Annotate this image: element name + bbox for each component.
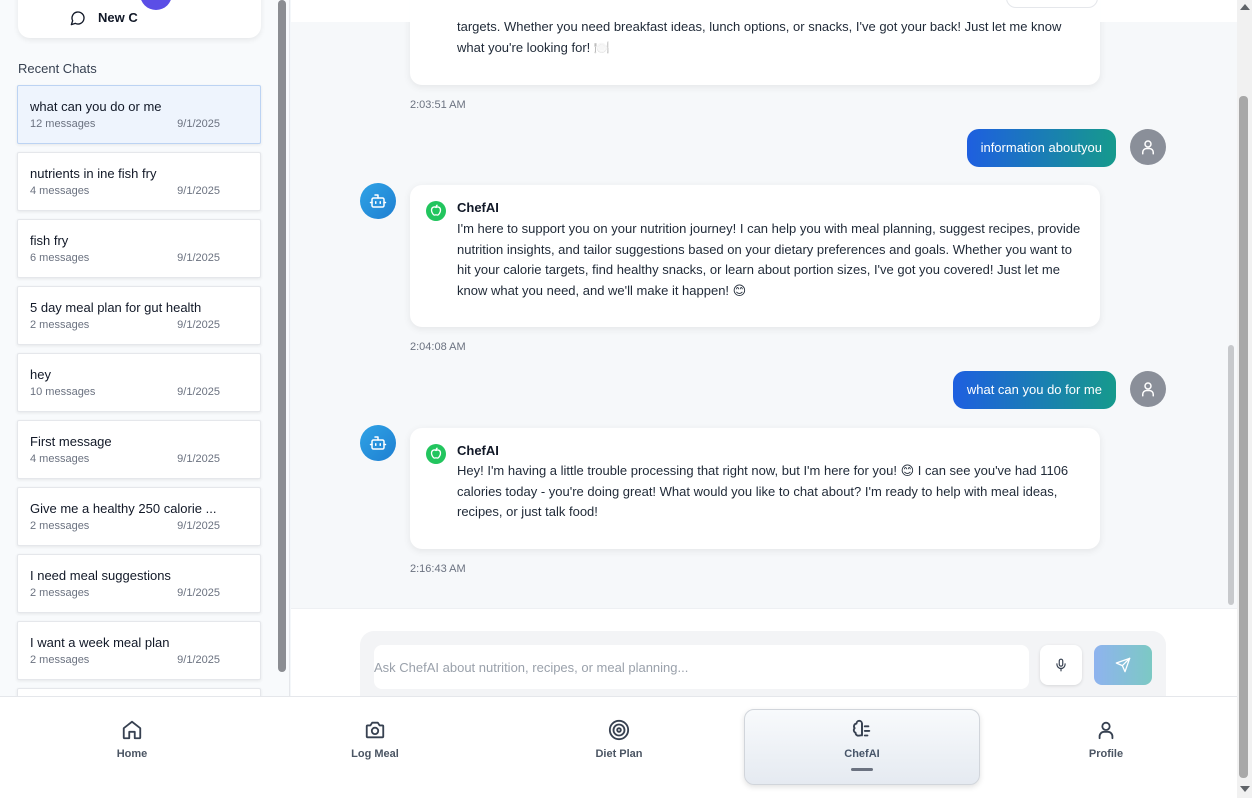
nav-home-label: Home: [116, 748, 148, 760]
user-message: information aboutyou: [966, 129, 1116, 167]
chat-item-date: 9/1/2025: [177, 453, 220, 465]
scroll-up-icon[interactable]: [1240, 4, 1250, 10]
composer-area: [291, 608, 1237, 697]
bot-avatar: [360, 183, 396, 219]
chat-item[interactable]: Give me a healthy 250 calorie ... 2 mess…: [17, 487, 261, 546]
chat-item[interactable]: I need meal suggestions 2 messages 9/1/2…: [17, 554, 261, 613]
new-chat-label: New C: [98, 10, 138, 25]
nav-diet-plan-label: Diet Plan: [595, 748, 643, 760]
bot-name: ChefAI: [457, 443, 499, 458]
sidebar-scrollbar[interactable]: [278, 0, 286, 672]
chat-item-count: 2 messages: [30, 319, 90, 331]
chat-item-count: 4 messages: [30, 185, 90, 197]
bot-message: ChefAI I'm here to support you on your n…: [410, 185, 1100, 327]
nav-chefai-label: ChefAI: [844, 748, 880, 760]
user-icon: [1142, 140, 1154, 155]
chat-item-count: 4 messages: [30, 453, 90, 465]
chat-item-title: I need meal suggestions: [30, 568, 171, 583]
mic-button[interactable]: [1040, 645, 1082, 685]
chat-item-count: 10 messages: [30, 386, 96, 398]
chat-item[interactable]: hey 10 messages 9/1/2025: [17, 353, 261, 412]
bot-icon: [369, 436, 387, 450]
microphone-icon: [1056, 658, 1066, 672]
user-icon: [1142, 382, 1154, 397]
chat-scrollbar[interactable]: [1226, 0, 1236, 608]
user-message: what can you do for me: [952, 371, 1116, 409]
chat-item-count: 2 messages: [30, 520, 90, 532]
chat-panel: targets. Whether you need breakfast idea…: [291, 0, 1237, 608]
chat-item-title: 5 day meal plan for gut health: [30, 300, 202, 315]
chat-item[interactable]: First message 4 messages 9/1/2025: [17, 420, 261, 479]
chat-item-count: 2 messages: [30, 654, 90, 666]
nav-log-meal[interactable]: Log Meal: [257, 697, 493, 798]
window-scrollbar[interactable]: [1237, 0, 1252, 798]
user-avatar: [1130, 129, 1166, 165]
chat-item-date: 9/1/2025: [177, 587, 220, 599]
chat-item-count: 12 messages: [30, 118, 96, 130]
user-avatar: [1130, 371, 1166, 407]
bottom-nav: Home Log Meal Diet Plan ChefAI Profile: [0, 696, 1237, 798]
apple-icon: [426, 201, 446, 221]
bot-avatar: [360, 425, 396, 461]
apple-icon: [426, 444, 446, 464]
chat-item-title: fish fry: [30, 233, 69, 248]
brain-icon: [852, 719, 871, 737]
nav-diet-plan[interactable]: Diet Plan: [501, 697, 737, 798]
chat-item-title: I want a week meal plan: [30, 635, 170, 650]
nav-chefai[interactable]: ChefAI: [744, 697, 980, 798]
chat-item-date: 9/1/2025: [177, 185, 220, 197]
chat-item[interactable]: I want a week meal plan 2 messages 9/1/2…: [17, 621, 261, 680]
nav-profile[interactable]: Profile: [988, 697, 1224, 798]
chat-item[interactable]: [17, 688, 261, 696]
header-bar: [291, 0, 1237, 22]
message-timestamp: 2:16:43 AM: [410, 563, 466, 575]
message-input[interactable]: [374, 645, 1029, 689]
bot-message: ChefAI Hey! I'm having a little trouble …: [410, 428, 1100, 549]
bot-message-text: Hey! I'm having a little trouble process…: [457, 463, 1069, 519]
recent-chats-heading: Recent Chats: [18, 61, 97, 76]
chat-bubble-icon: [70, 11, 85, 26]
chat-item-title: hey: [30, 367, 51, 382]
chat-item[interactable]: fish fry 6 messages 9/1/2025: [17, 219, 261, 278]
chat-item-date: 9/1/2025: [177, 386, 220, 398]
nav-profile-label: Profile: [1088, 748, 1124, 760]
bot-message-text: targets. Whether you need breakfast idea…: [457, 19, 1062, 55]
nav-log-meal-label: Log Meal: [351, 748, 399, 760]
bot-message-text: I'm here to support you on your nutritio…: [457, 221, 1081, 298]
window-scrollbar-thumb[interactable]: [1239, 96, 1248, 778]
sidebar: New C Recent Chats what can you do or me…: [0, 0, 290, 696]
chat-item-title: nutrients in ine fish fry: [30, 166, 157, 181]
chat-item[interactable]: nutrients in ine fish fry 4 messages 9/1…: [17, 152, 261, 211]
chat-item-title: First message: [30, 434, 112, 449]
header-button[interactable]: [1006, 0, 1098, 8]
composer: [360, 631, 1166, 697]
message-timestamp: 2:03:51 AM: [410, 99, 466, 111]
bot-icon: [369, 194, 387, 208]
send-icon: [1115, 657, 1131, 673]
chat-item-count: 2 messages: [30, 587, 90, 599]
target-icon: [608, 719, 630, 741]
chat-item[interactable]: what can you do or me 12 messages 9/1/20…: [17, 85, 261, 144]
user-icon: [1098, 721, 1114, 740]
chat-item-date: 9/1/2025: [177, 118, 220, 130]
camera-icon: [365, 721, 385, 739]
chat-item-date: 9/1/2025: [177, 654, 220, 666]
bot-name: ChefAI: [457, 200, 499, 215]
message-timestamp: 2:04:08 AM: [410, 341, 466, 353]
chat-scrollbar-thumb[interactable]: [1228, 345, 1234, 605]
home-icon: [122, 720, 142, 740]
send-button[interactable]: [1094, 645, 1152, 685]
chat-item-count: 6 messages: [30, 252, 90, 264]
nav-active-indicator: [851, 768, 873, 771]
chat-item-date: 9/1/2025: [177, 319, 220, 331]
chat-list: what can you do or me 12 messages 9/1/20…: [17, 85, 261, 696]
chat-item-title: what can you do or me: [30, 99, 162, 114]
chat-item[interactable]: 5 day meal plan for gut health 2 message…: [17, 286, 261, 345]
chat-item-date: 9/1/2025: [177, 252, 220, 264]
new-chat-button[interactable]: New C: [18, 0, 261, 38]
chat-item-date: 9/1/2025: [177, 520, 220, 532]
scroll-down-icon[interactable]: [1240, 786, 1250, 792]
chat-item-title: Give me a healthy 250 calorie ...: [30, 501, 217, 516]
nav-home[interactable]: Home: [14, 697, 250, 798]
